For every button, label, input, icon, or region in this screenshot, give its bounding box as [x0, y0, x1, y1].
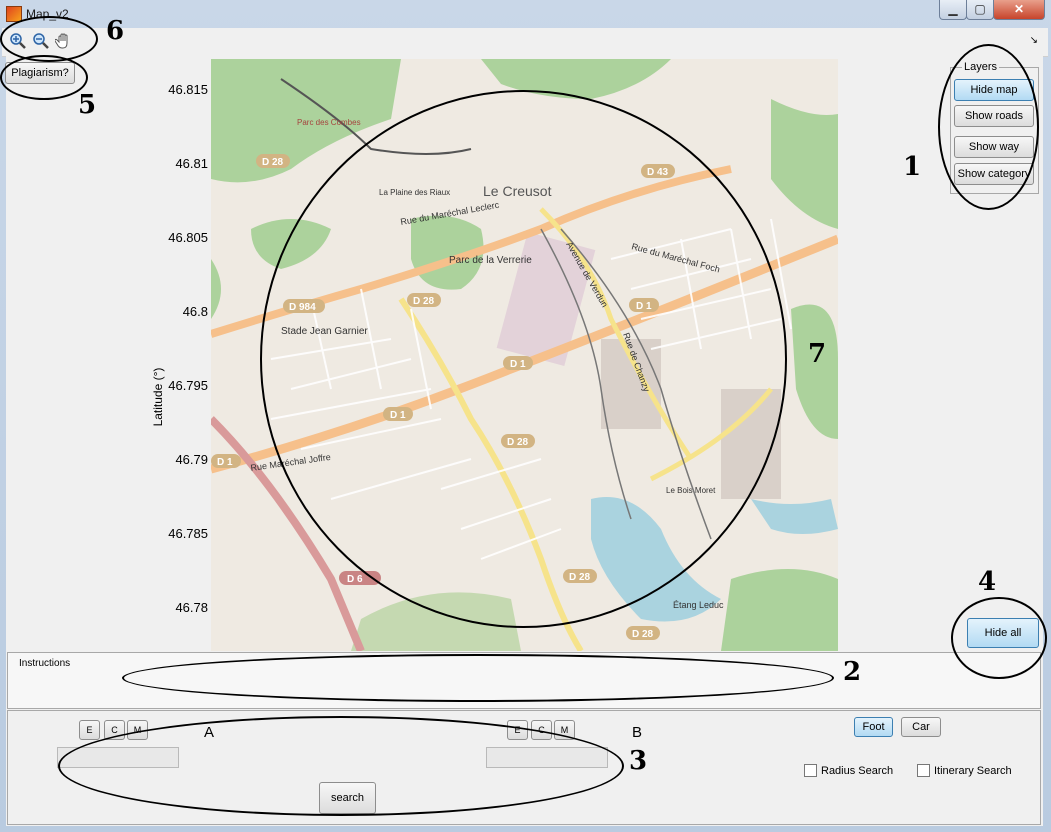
annotation-ellipse-1	[938, 44, 1039, 210]
instructions-title: Instructions	[19, 658, 71, 669]
itinerary-search-label: Itinerary Search	[934, 764, 1012, 777]
figure-toolbar: ↘	[2, 28, 1048, 57]
app-window: Map_v2 ▁ ▢ ✕ ↘ Plagiarism? 46.815 46.81 …	[0, 0, 1051, 832]
y-tick-label: 46.805	[168, 230, 208, 245]
annotation-ellipse-7	[260, 90, 787, 628]
road-d1-label: D 1	[217, 457, 233, 468]
y-axis-label: Latitude (°)	[151, 367, 165, 427]
annotation-ellipse-2	[122, 654, 834, 702]
checkbox-box[interactable]	[917, 764, 930, 777]
close-button[interactable]: ✕	[993, 0, 1045, 20]
minimize-button[interactable]: ▁	[939, 0, 967, 20]
y-tick-label: 46.78	[175, 600, 208, 615]
checkbox-box[interactable]	[804, 764, 817, 777]
y-tick-label: 46.81	[175, 156, 208, 171]
foot-toggle[interactable]: Foot	[854, 717, 893, 737]
y-tick-label: 46.8	[182, 304, 208, 319]
road-d28-label: D 28	[632, 629, 654, 640]
car-toggle[interactable]: Car	[901, 717, 941, 737]
annotation-number-5: 5	[78, 90, 97, 120]
radius-search-checkbox[interactable]: Radius Search	[804, 764, 893, 777]
itinerary-search-checkbox[interactable]: Itinerary Search	[917, 764, 1012, 777]
annotation-ellipse-3	[58, 716, 624, 816]
annotation-number-3: 3	[629, 746, 648, 776]
parc-combes-label: Parc des Combes	[297, 118, 361, 127]
title-bar: Map_v2 ▁ ▢ ✕	[0, 0, 1051, 28]
annotation-number-6: 6	[106, 16, 125, 46]
y-tick-label: 46.79	[175, 452, 208, 467]
etang-leduc-label: Étang Leduc	[673, 600, 724, 610]
annotation-number-4: 4	[978, 567, 997, 597]
annotation-number-2: 2	[843, 657, 862, 687]
annotation-number-7: 7	[808, 339, 827, 369]
annotation-ellipse-5	[0, 55, 88, 100]
point-a-e-button[interactable]: E	[79, 720, 100, 740]
maximize-button[interactable]: ▢	[966, 0, 994, 20]
road-d28-label: D 28	[262, 157, 284, 168]
dock-arrow-icon[interactable]: ↘	[1030, 35, 1038, 46]
y-tick-label: 46.785	[168, 526, 208, 541]
road-d6-label: D 6	[347, 574, 363, 585]
radius-search-label: Radius Search	[821, 764, 894, 777]
annotation-ellipse-4	[951, 597, 1047, 679]
y-tick-label: 46.815	[168, 82, 208, 97]
annotation-number-1: 1	[903, 152, 922, 182]
point-b-label: B	[632, 724, 643, 741]
